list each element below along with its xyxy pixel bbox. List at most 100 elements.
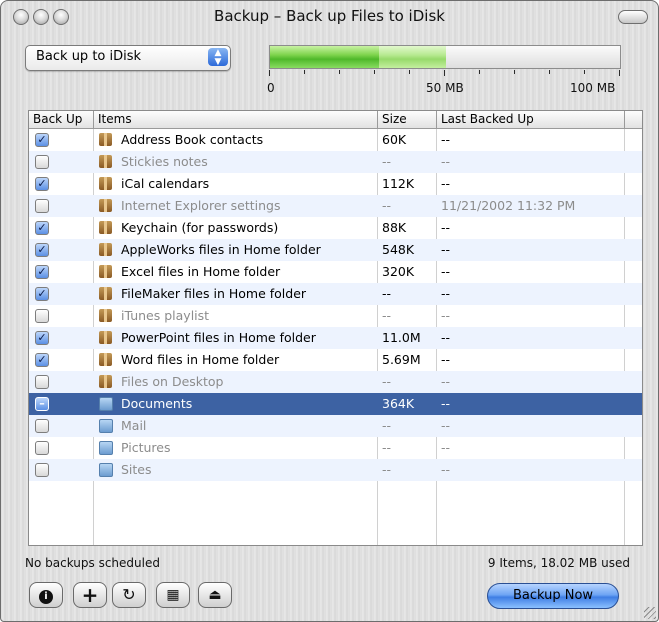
meter-label-min: 0 — [267, 81, 275, 95]
table-row[interactable]: Mail -- -- — [29, 415, 642, 437]
table-row[interactable]: ✓ FileMaker files in Home folder -- -- — [29, 283, 642, 305]
header-items[interactable]: Items — [98, 112, 132, 126]
meter-tick — [269, 70, 270, 76]
item-size: 548K — [382, 242, 415, 257]
backup-checkbox[interactable]: ✓ — [35, 331, 49, 345]
info-button[interactable]: i — [29, 582, 63, 608]
backup-checkbox[interactable]: ✓ — [35, 221, 49, 235]
item-last-backed-up: -- — [441, 330, 451, 345]
backup-items-table[interactable]: ✓ Address Book contacts 60K -- Stickies note… — [28, 110, 643, 546]
item-name: Documents — [121, 396, 193, 411]
item-last-backed-up: -- — [441, 418, 451, 433]
item-name: Pictures — [121, 440, 171, 455]
item-name: iTunes playlist — [121, 308, 210, 323]
meter-tick — [549, 70, 550, 74]
toolbar-toggle-button[interactable] — [618, 10, 648, 24]
item-name: Stickies notes — [121, 154, 208, 169]
table-row[interactable]: ✓ Address Book contacts 60K -- — [29, 129, 642, 151]
item-name: Mail — [121, 418, 147, 433]
items-summary: 9 Items, 18.02 MB used — [487, 556, 630, 570]
table-row[interactable]: Files on Desktop -- -- — [29, 371, 642, 393]
item-last-backed-up: -- — [441, 264, 451, 279]
package-icon — [99, 199, 112, 212]
storage-meter-ticks — [269, 70, 621, 76]
backup-checkbox[interactable] — [35, 463, 49, 477]
calendar-icon: ▦ — [166, 587, 180, 603]
table-row[interactable]: iTunes playlist -- -- — [29, 305, 642, 327]
package-icon — [99, 375, 112, 388]
item-name: Address Book contacts — [121, 132, 264, 147]
package-icon — [99, 265, 112, 278]
backup-window: Backup – Back up Files to iDisk Back up … — [0, 0, 659, 622]
storage-meter-new — [379, 46, 446, 68]
backup-checkbox[interactable]: ✓ — [35, 177, 49, 191]
backup-checkbox[interactable]: ✓ — [35, 287, 49, 301]
item-size: 320K — [382, 264, 415, 279]
storage-meter-used — [270, 46, 379, 68]
backup-checkbox[interactable]: ✓ — [35, 265, 49, 279]
item-size: 112K — [382, 176, 415, 191]
meter-tick — [409, 70, 410, 74]
backup-checkbox[interactable] — [35, 441, 49, 455]
item-last-backed-up: 11/21/2002 11:32 PM — [441, 198, 576, 213]
title-bar: Backup – Back up Files to iDisk — [1, 1, 658, 35]
package-icon — [99, 309, 112, 322]
meter-tick — [584, 70, 585, 74]
backup-checkbox[interactable]: ✓ — [35, 243, 49, 257]
item-size: 88K — [382, 220, 407, 235]
table-row[interactable]: ✓ Keychain (for passwords) 88K -- — [29, 217, 642, 239]
package-icon — [99, 353, 112, 366]
backup-checkbox[interactable]: – — [35, 397, 49, 411]
item-size: 60K — [382, 132, 407, 147]
backup-checkbox[interactable] — [35, 375, 49, 389]
item-last-backed-up: -- — [441, 286, 451, 301]
table-row[interactable]: – Documents 364K -- — [29, 393, 642, 415]
meter-label-max: 100 MB — [570, 81, 616, 95]
header-back-up[interactable]: Back Up — [33, 112, 82, 126]
resize-grip-icon[interactable] — [644, 607, 656, 619]
item-name: Sites — [121, 462, 152, 477]
backup-checkbox[interactable]: ✓ — [35, 133, 49, 147]
header-size[interactable]: Size — [382, 112, 407, 126]
item-size: 364K — [382, 396, 415, 411]
eject-button[interactable]: ⏏ — [198, 582, 232, 608]
item-size: -- — [382, 286, 392, 301]
folder-icon — [99, 397, 113, 411]
package-icon — [99, 287, 112, 300]
item-size: -- — [382, 308, 392, 323]
table-row[interactable]: ✓ AppleWorks files in Home folder 548K -- — [29, 239, 642, 261]
table-row[interactable]: Sites -- -- — [29, 459, 642, 481]
header-last-backed-up[interactable]: Last Backed Up — [441, 112, 534, 126]
table-row[interactable]: ✓ PowerPoint files in Home folder 11.0M -- — [29, 327, 642, 349]
item-name: AppleWorks files in Home folder — [121, 242, 321, 257]
backup-checkbox[interactable] — [35, 309, 49, 323]
destination-popup[interactable]: Back up to iDisk ▲ ▼ — [25, 45, 231, 71]
package-icon — [99, 133, 112, 146]
storage-meter — [269, 45, 621, 69]
backup-checkbox[interactable] — [35, 199, 49, 213]
table-row[interactable]: ✓ iCal calendars 112K -- — [29, 173, 642, 195]
item-last-backed-up: -- — [441, 308, 451, 323]
item-last-backed-up: -- — [441, 440, 451, 455]
item-name: Excel files in Home folder — [121, 264, 281, 279]
table-row[interactable]: Stickies notes -- -- — [29, 151, 642, 173]
destination-popup-label: Back up to iDisk — [36, 49, 142, 64]
item-name: FileMaker files in Home folder — [121, 286, 307, 301]
backup-checkbox[interactable] — [35, 155, 49, 169]
folder-icon — [99, 463, 113, 477]
table-row[interactable]: ✓ Excel files in Home folder 320K -- — [29, 261, 642, 283]
refresh-button[interactable]: ↻ — [112, 582, 146, 608]
schedule-button[interactable]: ▦ — [156, 582, 190, 608]
table-row[interactable]: Pictures -- -- — [29, 437, 642, 459]
package-icon — [99, 155, 112, 168]
backup-now-button[interactable]: Backup Now — [487, 583, 619, 609]
backup-checkbox[interactable]: ✓ — [35, 353, 49, 367]
table-row[interactable]: ✓ Word files in Home folder 5.69M -- — [29, 349, 642, 371]
item-last-backed-up: -- — [441, 462, 451, 477]
backup-checkbox[interactable] — [35, 419, 49, 433]
meter-tick — [304, 70, 305, 74]
add-item-button[interactable]: + — [73, 582, 107, 608]
meter-tick — [619, 70, 620, 76]
table-row[interactable]: Internet Explorer settings -- 11/21/2002 1… — [29, 195, 642, 217]
package-icon — [99, 221, 112, 234]
